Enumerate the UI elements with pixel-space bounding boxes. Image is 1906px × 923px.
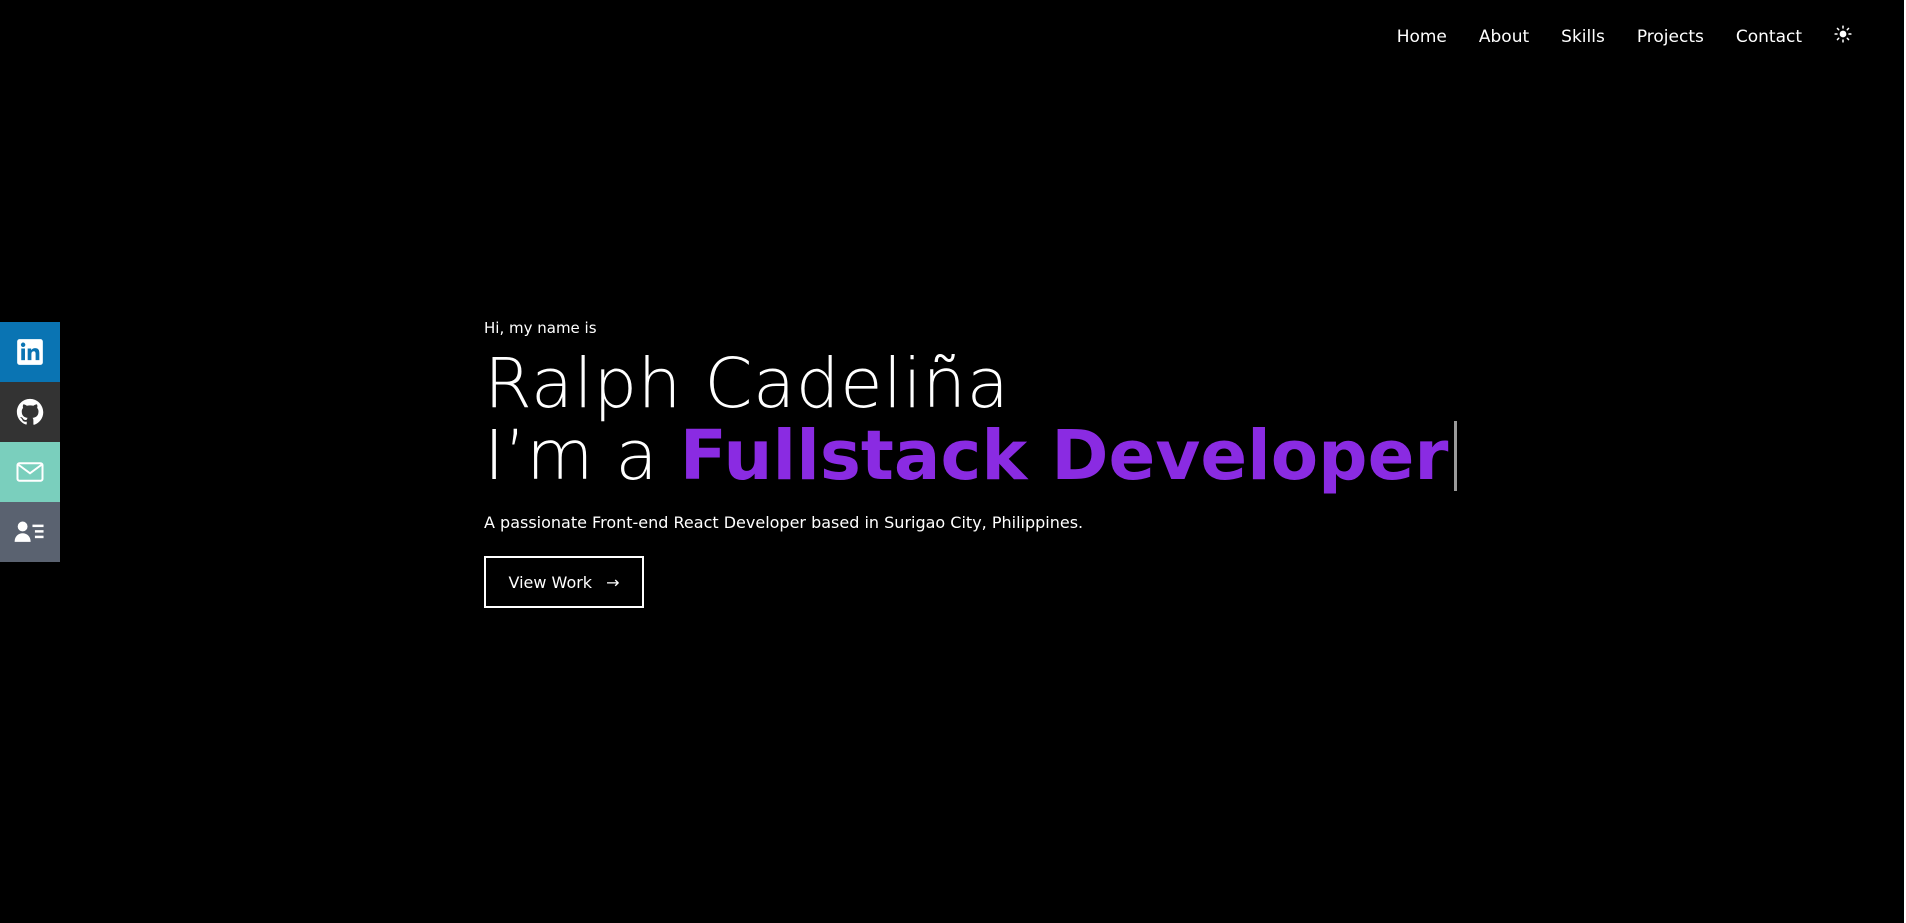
greeting-text: Hi, my name is xyxy=(484,319,597,337)
nav-projects[interactable]: Projects xyxy=(1637,24,1704,50)
mail-icon xyxy=(16,462,44,482)
resume-link[interactable] xyxy=(0,502,60,562)
typing-caret xyxy=(1454,421,1458,491)
linkedin-link[interactable] xyxy=(0,322,60,382)
hero-section: Hi, my name is Ralph Cadeliña I’m a Full… xyxy=(484,318,1458,608)
github-icon xyxy=(16,398,44,425)
view-work-button[interactable]: View Work → xyxy=(484,556,644,608)
page: Home About Skills Projects Contact Hi, m… xyxy=(0,0,1906,923)
hero-role: I’m a Fullstack Developer xyxy=(484,416,1458,496)
arrow-right-icon: → xyxy=(606,572,620,592)
github-link[interactable] xyxy=(0,382,60,442)
nav-contact[interactable]: Contact xyxy=(1736,24,1802,50)
linkedin-icon xyxy=(17,339,43,365)
top-nav: Home About Skills Projects Contact xyxy=(1365,24,1854,50)
email-link[interactable] xyxy=(0,442,60,502)
nav-skills[interactable]: Skills xyxy=(1561,24,1605,50)
view-work-label: View Work xyxy=(508,572,593,592)
sun-icon xyxy=(1834,25,1852,43)
hero-tagline: A passionate Front-end React Developer b… xyxy=(484,513,1084,532)
nav-home[interactable]: Home xyxy=(1397,24,1447,50)
theme-toggle-button[interactable] xyxy=(1832,23,1854,45)
role-prefix: I’m a xyxy=(484,416,658,496)
contact-card-icon xyxy=(14,521,44,542)
hero-name: Ralph Cadeliña xyxy=(484,344,1010,424)
social-sidebar xyxy=(0,322,60,562)
nav-about[interactable]: About xyxy=(1479,24,1529,50)
role-highlight: Fullstack Developer xyxy=(679,416,1449,496)
